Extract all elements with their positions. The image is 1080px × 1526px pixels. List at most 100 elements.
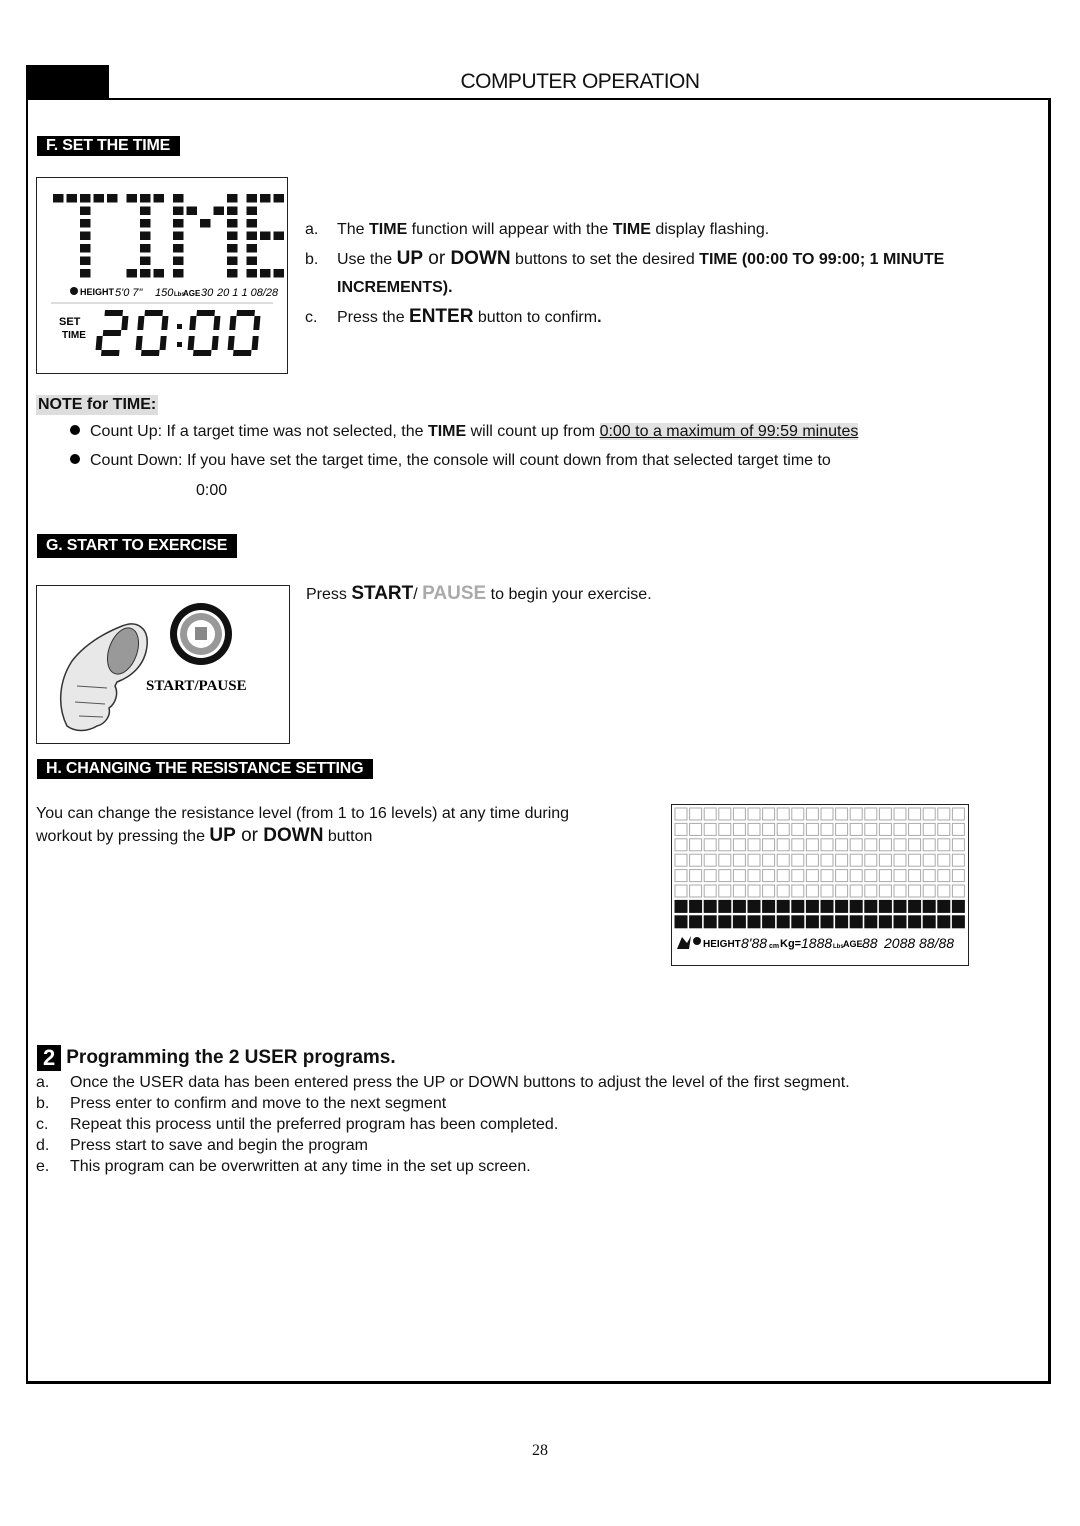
resistance-cell-empty: [718, 838, 732, 852]
resistance-cell-empty: [937, 853, 951, 867]
lcd-segment: [213, 316, 221, 330]
resistance-cell-empty: [732, 838, 746, 852]
resistance-cell-filled: [776, 899, 790, 913]
resistance-cell-empty: [893, 807, 907, 821]
resistance-cell-filled: [689, 915, 703, 929]
lcd-age-value: 30: [201, 287, 214, 299]
resistance-cell-empty: [951, 822, 965, 836]
resistance-cell-empty: [732, 853, 746, 867]
lcd-age-label: AGE: [183, 289, 201, 298]
lcd-segment: [159, 336, 167, 350]
resistance-lcd-display: HEIGHT 8'88 cm Kg= 1888 Lbs AGE 88 2088 …: [671, 804, 969, 966]
lcd-dot: [200, 219, 211, 228]
resistance-cell-empty: [776, 838, 790, 852]
resistance-cell-empty: [703, 884, 717, 898]
resistance-cell-empty: [689, 869, 703, 883]
resistance-cell-empty: [922, 807, 936, 821]
lcd-dot: [227, 231, 238, 240]
resistance-cell-filled: [835, 899, 849, 913]
lcd-segment: [211, 336, 219, 350]
resistance-cell-empty: [922, 822, 936, 836]
resistance-cell-empty: [849, 838, 863, 852]
resistance-cell-empty: [674, 853, 688, 867]
lcd-segment: [253, 316, 261, 330]
resistance-cell-empty: [805, 869, 819, 883]
resistance-cell-empty: [791, 822, 805, 836]
lcd-dot: [173, 231, 184, 240]
lcd-dot: [66, 194, 77, 203]
resistance-cell-empty: [849, 869, 863, 883]
resistance-cell-empty: [951, 869, 965, 883]
lcd-height-value: 8'88: [741, 935, 767, 951]
lcd-dot: [126, 194, 137, 203]
lcd-dot: [173, 219, 184, 228]
resistance-cell-filled: [864, 899, 878, 913]
resistance-cell-empty: [703, 807, 717, 821]
resistance-cell-empty: [689, 838, 703, 852]
lcd-dot-matrix-time: [53, 194, 298, 278]
program-step: b. Press enter to confirm and move to the…: [36, 1093, 850, 1114]
resistance-cell-empty: [864, 822, 878, 836]
lcd-dot: [140, 194, 151, 203]
resistance-cell-filled: [703, 915, 717, 929]
lcd-year-value: 2088: [883, 935, 915, 951]
lcd-dot: [140, 269, 151, 278]
resistance-cell-empty: [732, 822, 746, 836]
resistance-cell-filled: [820, 915, 834, 929]
resistance-cell-empty: [674, 838, 688, 852]
section-heading-resistance: H. CHANGING THE RESISTANCE SETTING: [37, 759, 374, 779]
lcd-segment: [95, 336, 103, 350]
lcd-weight-value: 1888: [801, 935, 832, 951]
section-2-heading: 2 Programming the 2 USER programs.: [37, 1045, 396, 1071]
step-text: Repeat this process until the preferred …: [70, 1116, 559, 1133]
resistance-cell-empty: [805, 807, 819, 821]
resistance-cell-empty: [703, 838, 717, 852]
lcd-segment: [187, 336, 195, 350]
resistance-cell-empty: [820, 807, 834, 821]
page-title: COMPUTER OPERATION: [460, 70, 700, 93]
resistance-cell-empty: [908, 822, 922, 836]
lcd-time-label: TIME: [62, 330, 86, 341]
resistance-cell-filled: [864, 915, 878, 929]
resistance-cell-empty: [762, 869, 776, 883]
header-corner-block: [26, 65, 109, 98]
resistance-cell-empty: [835, 838, 849, 852]
lcd-height-unit: cm: [769, 943, 779, 950]
count-up-range: 0:00 to a maximum of 99:59 minutes: [599, 423, 859, 440]
resistance-cell-filled: [849, 915, 863, 929]
resistance-cell-filled: [805, 899, 819, 913]
lcd-segment: [121, 316, 129, 330]
section-number-badge: 2: [37, 1045, 62, 1071]
lcd-dot: [186, 206, 197, 215]
resistance-cell-filled: [922, 899, 936, 913]
lcd-dot: [273, 194, 284, 203]
lcd-dot: [246, 206, 257, 215]
time-lcd-display: HEIGHT 5'0 7" 150 Lbs AGE 30 20 1 1 08/2…: [36, 177, 298, 374]
lcd-segment: [236, 310, 255, 316]
resistance-cell-filled: [718, 899, 732, 913]
resistance-cell-empty: [776, 807, 790, 821]
resistance-cell-empty: [951, 807, 965, 821]
resistance-cell-empty: [762, 822, 776, 836]
step-text: Once the USER data has been entered pres…: [70, 1074, 850, 1091]
resistance-cell-empty: [893, 853, 907, 867]
lcd-segment: [144, 310, 163, 316]
lcd-dot: [227, 256, 238, 265]
resistance-cell-empty: [805, 884, 819, 898]
resistance-cell-empty: [762, 807, 776, 821]
lcd-height-label: HEIGHT: [80, 287, 115, 297]
lcd-dot: [173, 206, 184, 215]
resistance-cell-empty: [732, 869, 746, 883]
lcd-set-label: SET: [59, 316, 81, 328]
lcd-segment: [135, 336, 143, 350]
step-label: c.: [305, 308, 318, 326]
resistance-cell-empty: [878, 853, 892, 867]
resistance-cell-empty: [762, 884, 776, 898]
lcd-dot: [140, 219, 151, 228]
resistance-cell-filled: [878, 915, 892, 929]
resistance-cell-empty: [864, 853, 878, 867]
resistance-cell-empty: [805, 838, 819, 852]
start-instruction: Press START/ PAUSE to begin your exercis…: [306, 583, 652, 604]
resistance-cell-empty: [922, 853, 936, 867]
resistance-cell-empty: [776, 853, 790, 867]
